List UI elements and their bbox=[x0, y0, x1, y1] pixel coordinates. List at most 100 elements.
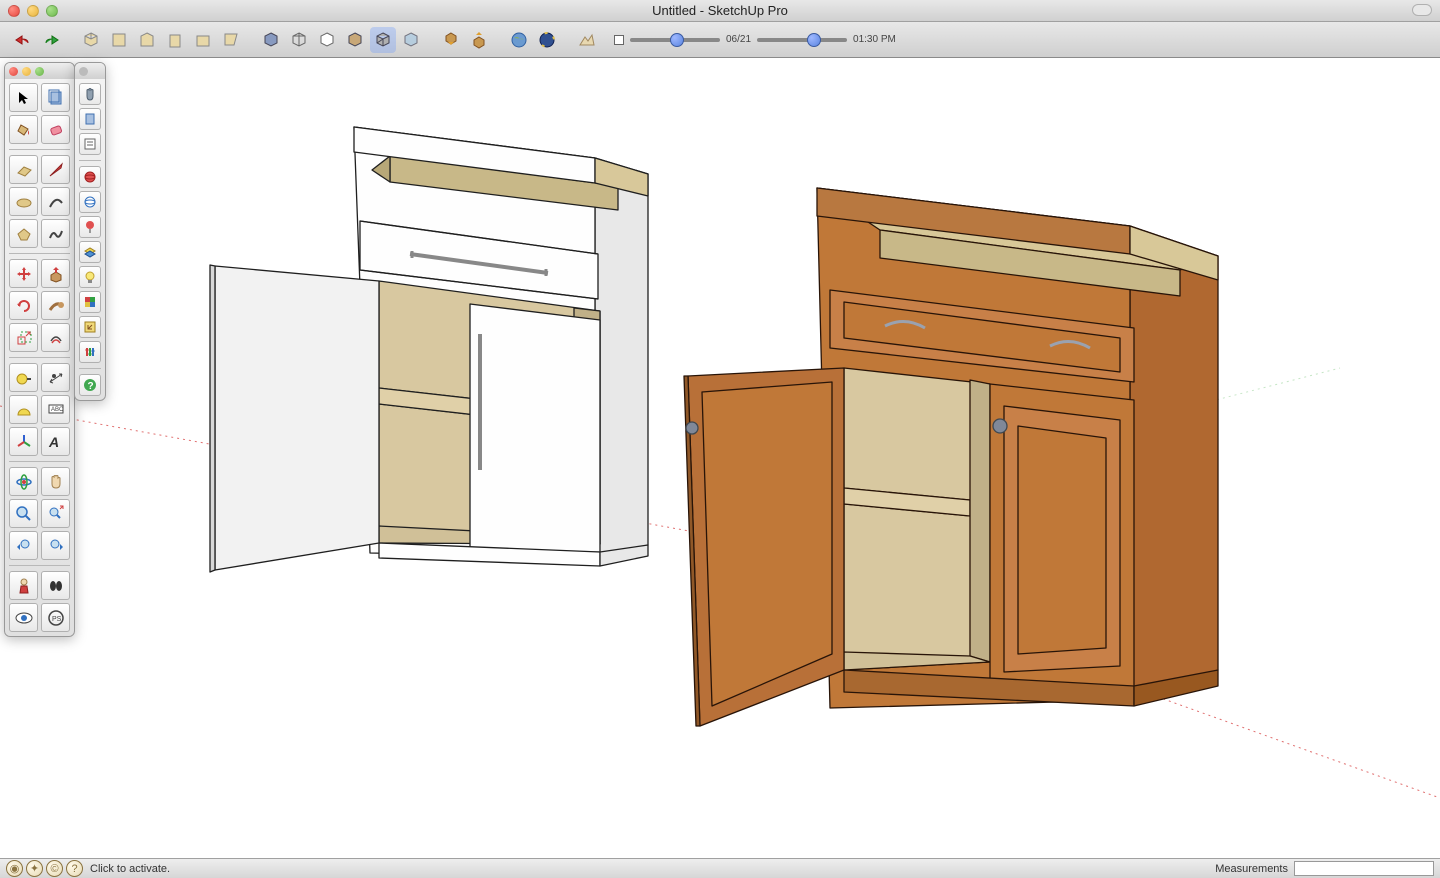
view-back-button[interactable] bbox=[190, 27, 216, 53]
view-front-button[interactable] bbox=[134, 27, 160, 53]
close-window-button[interactable] bbox=[8, 5, 20, 17]
text-tool[interactable]: ABC bbox=[41, 395, 70, 424]
hand-icon[interactable] bbox=[79, 83, 101, 105]
view-right-button[interactable] bbox=[162, 27, 188, 53]
next-view-tool[interactable] bbox=[41, 531, 70, 560]
zoom-window-button[interactable] bbox=[46, 5, 58, 17]
sphere-red-icon[interactable] bbox=[79, 166, 101, 188]
tool-palette-main[interactable]: ABC A PS bbox=[4, 62, 75, 637]
toggle-terrain-button[interactable] bbox=[574, 27, 600, 53]
viewport[interactable]: ABC A PS bbox=[0, 58, 1440, 858]
help-status-icon[interactable]: ? bbox=[66, 860, 83, 877]
eraser-tool[interactable] bbox=[41, 115, 70, 144]
zoom-extents-tool[interactable] bbox=[41, 499, 70, 528]
titlebar: Untitled - SketchUp Pro bbox=[0, 0, 1440, 22]
look-around-tool[interactable] bbox=[9, 603, 38, 632]
svg-text:?: ? bbox=[88, 381, 94, 392]
component-icon[interactable] bbox=[79, 108, 101, 130]
line-tool[interactable] bbox=[41, 155, 70, 184]
rectangle-tool[interactable] bbox=[9, 155, 38, 184]
style-wireframe-button[interactable] bbox=[286, 27, 312, 53]
protractor-tool[interactable] bbox=[9, 395, 38, 424]
style-shaded-button[interactable] bbox=[258, 27, 284, 53]
view-left-button[interactable] bbox=[218, 27, 244, 53]
materials-icon[interactable] bbox=[79, 291, 101, 313]
style-shaded-textures-button[interactable] bbox=[342, 27, 368, 53]
top-toolbar: 06/21 01:30 PM bbox=[0, 22, 1440, 58]
select-tool[interactable] bbox=[9, 83, 38, 112]
svg-text:PS: PS bbox=[52, 616, 62, 623]
palette-header[interactable] bbox=[75, 63, 105, 79]
circle-tool[interactable] bbox=[9, 187, 38, 216]
style-monochrome-button[interactable] bbox=[370, 27, 396, 53]
palette-close-button[interactable] bbox=[9, 67, 18, 76]
palette-zoom-button[interactable] bbox=[35, 67, 44, 76]
pushpull-tool[interactable] bbox=[41, 259, 70, 288]
paint-bucket-tool[interactable] bbox=[9, 115, 38, 144]
date-slider-thumb[interactable] bbox=[670, 33, 684, 47]
zoom-tool[interactable] bbox=[9, 499, 38, 528]
date-label: 06/21 bbox=[726, 34, 751, 45]
measurements-label: Measurements bbox=[1215, 863, 1288, 875]
tape-measure-tool[interactable] bbox=[9, 363, 38, 392]
share-model-button[interactable] bbox=[466, 27, 492, 53]
view-iso-button[interactable] bbox=[78, 27, 104, 53]
viewport-scene bbox=[0, 58, 1440, 858]
followme-tool[interactable] bbox=[41, 291, 70, 320]
scale-tool[interactable] bbox=[9, 323, 38, 352]
palette-close-button[interactable] bbox=[79, 67, 88, 76]
help-icon[interactable]: ? bbox=[79, 374, 101, 396]
view-top-button[interactable] bbox=[106, 27, 132, 53]
measurements-input[interactable] bbox=[1294, 861, 1434, 876]
redo-button[interactable] bbox=[38, 27, 64, 53]
palette-header[interactable] bbox=[5, 63, 74, 79]
outliner-icon[interactable] bbox=[79, 133, 101, 155]
geo-icon[interactable]: ✦ bbox=[26, 860, 43, 877]
traffic-lights bbox=[8, 5, 58, 17]
status-hint: Click to activate. bbox=[90, 863, 170, 875]
resize-icon[interactable] bbox=[79, 316, 101, 338]
position-camera-tool[interactable] bbox=[9, 571, 38, 600]
rotate-tool[interactable] bbox=[9, 291, 38, 320]
preview-earth-button[interactable] bbox=[534, 27, 560, 53]
instructor-icon[interactable]: ◉ bbox=[6, 860, 23, 877]
offset-tool[interactable] bbox=[41, 323, 70, 352]
get-models-button[interactable] bbox=[438, 27, 464, 53]
palette-minimize-button[interactable] bbox=[22, 67, 31, 76]
arc-tool[interactable] bbox=[41, 187, 70, 216]
svg-text:ABC: ABC bbox=[51, 407, 64, 413]
minimize-window-button[interactable] bbox=[27, 5, 39, 17]
svg-text:A: A bbox=[48, 434, 59, 450]
titlebar-toggle-button[interactable] bbox=[1412, 4, 1432, 16]
pan-tool[interactable] bbox=[41, 467, 70, 496]
undo-button[interactable] bbox=[10, 27, 36, 53]
section-plane-tool[interactable]: PS bbox=[41, 603, 70, 632]
date-slider[interactable] bbox=[630, 38, 720, 42]
layers-icon[interactable] bbox=[79, 241, 101, 263]
sphere-blue-icon[interactable] bbox=[79, 191, 101, 213]
axes-tool[interactable] bbox=[9, 427, 38, 456]
orbit-tool[interactable] bbox=[9, 467, 38, 496]
lightbulb-icon[interactable] bbox=[79, 266, 101, 288]
walk-tool[interactable] bbox=[41, 571, 70, 600]
dimension-tool[interactable] bbox=[41, 363, 70, 392]
pin-red-icon[interactable] bbox=[79, 216, 101, 238]
previous-view-tool[interactable] bbox=[9, 531, 38, 560]
style-hidden-button[interactable] bbox=[314, 27, 340, 53]
time-slider[interactable] bbox=[757, 38, 847, 42]
time-slider-thumb[interactable] bbox=[807, 33, 821, 47]
3dtext-tool[interactable]: A bbox=[41, 427, 70, 456]
window-title: Untitled - SketchUp Pro bbox=[652, 3, 788, 18]
tool-palette-secondary[interactable]: ? bbox=[74, 62, 106, 401]
credits-icon[interactable]: © bbox=[46, 860, 63, 877]
time-label: 01:30 PM bbox=[853, 34, 896, 45]
freehand-tool[interactable] bbox=[41, 219, 70, 248]
style-xray-button[interactable] bbox=[398, 27, 424, 53]
sliders-icon[interactable] bbox=[79, 341, 101, 363]
move-tool[interactable] bbox=[9, 259, 38, 288]
shadow-toggle-button[interactable] bbox=[614, 35, 624, 45]
make-component-tool[interactable] bbox=[41, 83, 70, 112]
statusbar: ◉ ✦ © ? Click to activate. Measurements bbox=[0, 858, 1440, 878]
polygon-tool[interactable] bbox=[9, 219, 38, 248]
geo-location-button[interactable] bbox=[506, 27, 532, 53]
